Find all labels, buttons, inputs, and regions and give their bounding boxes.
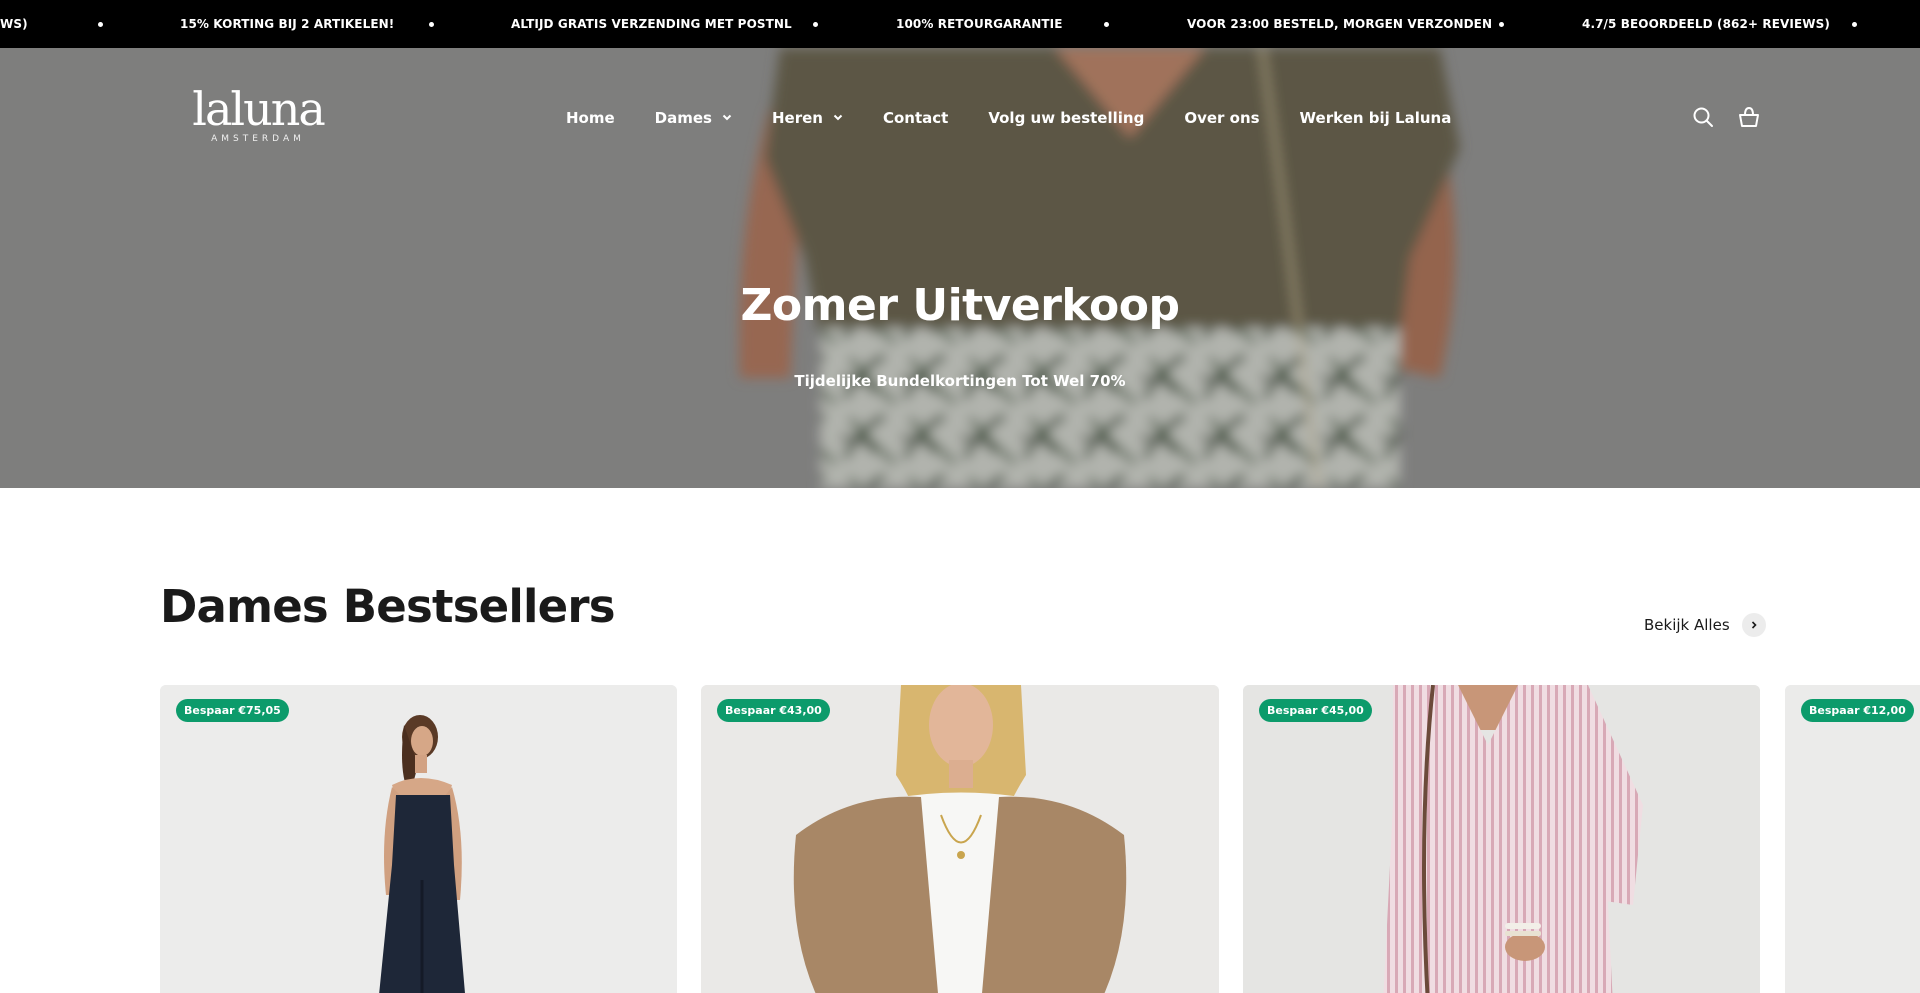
product-image <box>701 685 1219 993</box>
bullet-dot <box>813 22 818 27</box>
announcement-text: ALTIJD GRATIS VERZENDING MET POSTNL <box>511 17 792 31</box>
product-image <box>1243 685 1760 993</box>
product-card[interactable]: Bespaar €75,05 <box>160 685 677 993</box>
main-nav: Home Dames Heren Contact Volg uw bestell… <box>566 106 1451 130</box>
bullet-dot <box>98 22 103 27</box>
nav-label: Heren <box>771 109 823 127</box>
announcement-text: 15% KORTING BIJ 2 ARTIKELEN! <box>180 17 395 31</box>
hero-subtitle: Tijdelijke Bundelkortingen Tot Wel 70% <box>794 372 1126 390</box>
chevron-right-icon <box>1741 613 1766 637</box>
view-all-link[interactable]: Bekijk Alles <box>1644 612 1766 638</box>
discount-badge: Bespaar €43,00 <box>717 699 830 722</box>
nav-heren[interactable]: Heren <box>772 109 843 127</box>
product-card[interactable]: Bespaar €12,00 <box>1785 685 1920 993</box>
search-icon[interactable] <box>1692 106 1714 128</box>
nav-werken-bij[interactable]: Werken bij Laluna <box>1300 109 1452 127</box>
product-card[interactable]: Bespaar €45,00 <box>1243 685 1760 993</box>
chevron-down-icon <box>722 114 732 121</box>
product-card[interactable]: Bespaar €43,00 <box>701 685 1219 993</box>
nav-contact[interactable]: Contact <box>883 109 948 127</box>
announcement-text: VOOR 23:00 BESTELD, MORGEN VERZONDEN <box>1187 17 1493 31</box>
section-title: Dames Bestsellers <box>160 580 616 633</box>
discount-badge: Bespaar €75,05 <box>176 699 289 722</box>
product-image <box>1785 685 1920 993</box>
nav-label: Werken bij Laluna <box>1299 109 1452 127</box>
announcement-text: 4.7/5 BEOORDEELD (862+ REVIEWS) <box>1582 17 1830 31</box>
chevron-down-icon <box>833 114 843 121</box>
nav-label: Volg uw bestelling <box>988 109 1145 127</box>
logo-wordmark: laluna <box>192 82 326 136</box>
nav-label: Contact <box>882 109 949 127</box>
announcement-bar: WS) 15% KORTING BIJ 2 ARTIKELEN! ALTIJD … <box>0 0 1920 48</box>
view-all-label: Bekijk Alles <box>1644 616 1730 634</box>
bullet-dot <box>1104 22 1109 27</box>
logo[interactable]: laluna AMSTERDAM <box>192 82 326 150</box>
announcement-text: 100% RETOURGARANTIE <box>896 17 1063 31</box>
nav-over-ons[interactable]: Over ons <box>1184 109 1259 127</box>
discount-badge: Bespaar €12,00 <box>1801 699 1914 722</box>
hero-banner[interactable]: laluna AMSTERDAM Home Dames Heren Contac… <box>0 48 1920 488</box>
bullet-dot <box>429 22 434 27</box>
product-image <box>160 685 677 993</box>
nav-volg-bestelling[interactable]: Volg uw bestelling <box>988 109 1144 127</box>
logo-subtitle: AMSTERDAM <box>211 134 305 144</box>
discount-badge: Bespaar €45,00 <box>1259 699 1372 722</box>
announcement-text: WS) <box>0 17 28 31</box>
nav-label: Dames <box>654 109 712 127</box>
bullet-dot <box>1499 22 1504 27</box>
nav-label: Over ons <box>1184 109 1260 127</box>
nav-label: Home <box>566 109 615 127</box>
nav-dames[interactable]: Dames <box>655 109 732 127</box>
hero-title: Zomer Uitverkoop <box>740 280 1180 331</box>
cart-icon[interactable] <box>1738 106 1760 128</box>
bullet-dot <box>1852 22 1857 27</box>
nav-home[interactable]: Home <box>566 109 615 127</box>
